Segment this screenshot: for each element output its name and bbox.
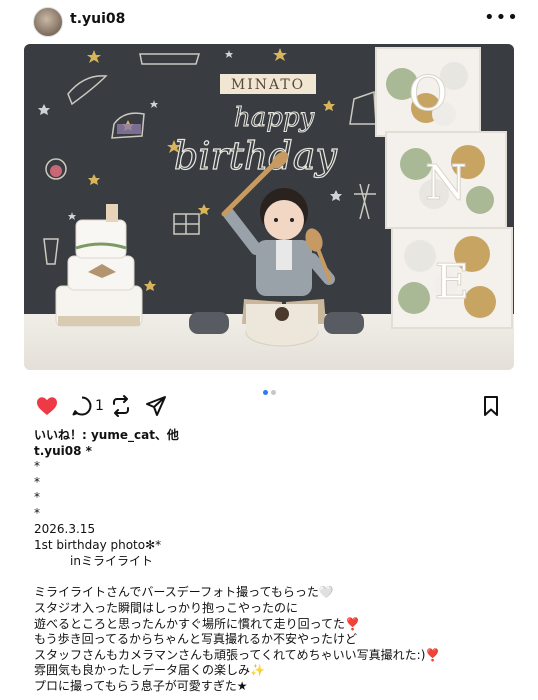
likes-line[interactable]: いいね！: yume_cat、他 [34,427,514,443]
share-icon[interactable] [144,394,168,418]
bookmark-icon[interactable] [479,394,503,418]
block-letter-n: N [425,155,467,211]
caption-line: ミライライトさんでバースデーフォト撮ってもらった🤍 [34,585,334,599]
caption-date: 2026.3.15 [34,522,96,536]
caption-line: スタジオ入った瞬間はしっかり抱っこやったのに [34,601,299,615]
caption-line: 遊べるところと思ったんかすぐ場所に慣れて走り回ってた❣️ [34,617,360,631]
block-letter-o: O [408,66,447,122]
chalk-happy: happy [234,103,315,133]
minato-sign: MINATO [231,77,305,93]
caption-bullet: * [34,475,40,489]
caption-line: もう歩き回ってるからちゃんと写真撮れるか不安やったけど [34,632,358,646]
chalk-birthday: birthday [174,134,337,178]
username[interactable]: t.yui08 [70,11,125,27]
comment-icon[interactable] [70,394,94,418]
comment-count: 1 [95,398,104,414]
caption-line: プロに撮ってもらう息子が可愛すぎた★ [34,679,248,693]
caption-bullet: * [34,490,40,504]
caption-location: inミライライト [34,554,153,568]
post-header: t.yui08 ••• [0,0,538,42]
caption-line: 雰囲気も良かったしデータ届くの楽しみ✨ [34,663,265,677]
avatar[interactable] [33,7,63,37]
caption-author[interactable]: t.yui08 * [34,443,514,459]
repost-icon[interactable] [109,394,133,418]
caption-bullet: * [34,506,40,520]
caption-bullet: * [34,459,40,473]
action-bar: 1 [0,394,538,420]
caption-line: スタッフさんもカメラマンさんも頑張ってくれてめちゃいい写真撮れた:)❣️ [34,648,441,662]
post-photo[interactable]: MINATO happy birthday O N E [24,44,514,370]
heart-icon[interactable] [35,394,59,418]
more-options-icon[interactable]: ••• [484,8,519,28]
block-letter-e: E [434,254,469,310]
birthday-photo: MINATO happy birthday O N E [24,44,514,370]
caption-title: 1st birthday photo✻* [34,538,162,552]
